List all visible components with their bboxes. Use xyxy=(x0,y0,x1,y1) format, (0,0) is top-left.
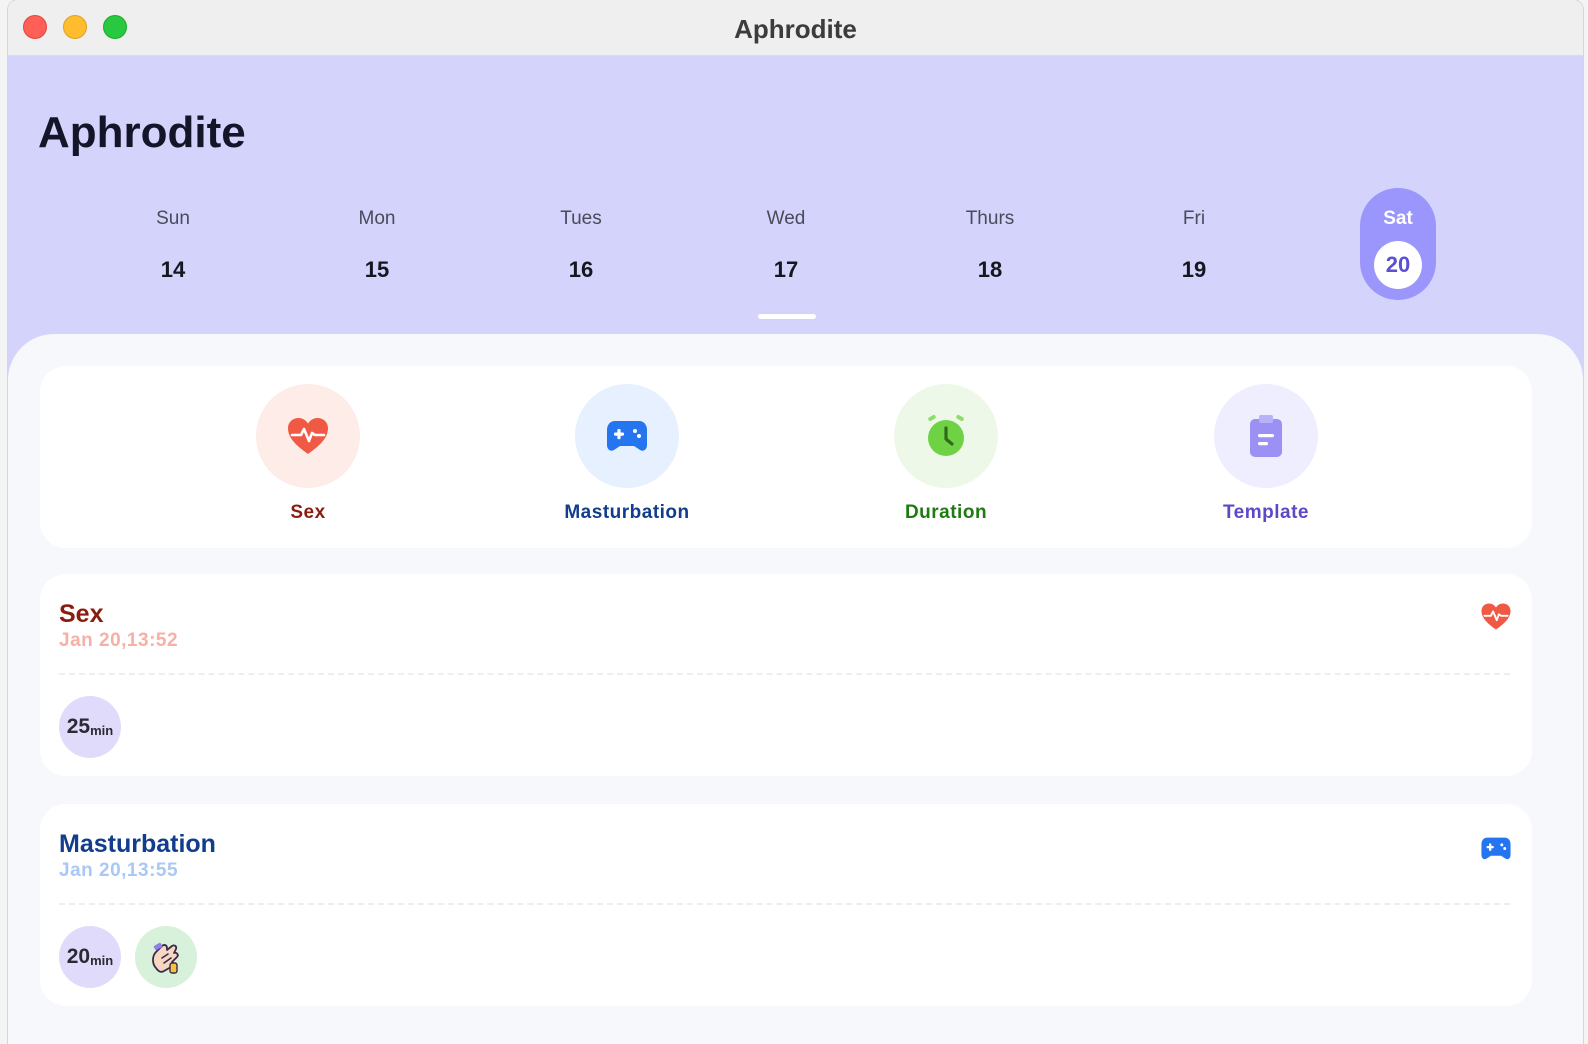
add-sex-button[interactable]: Sex xyxy=(228,384,388,524)
sex-action-circle xyxy=(256,384,360,488)
day-sat-selected[interactable]: Sat 20 xyxy=(1360,188,1436,300)
day-tues[interactable]: Tues 16 xyxy=(543,188,619,300)
entry-divider xyxy=(59,673,1510,675)
masturbation-action-label: Masturbation xyxy=(564,502,690,523)
day-name: Wed xyxy=(766,208,806,229)
day-name: Mon xyxy=(358,208,396,229)
duration-chip: 25 min xyxy=(59,696,121,758)
day-name: Tues xyxy=(560,208,602,229)
heart-pulse-icon xyxy=(1481,603,1511,630)
entry-card-sex[interactable]: Sex Jan 20,13:52 25 min xyxy=(40,574,1532,776)
title-bar: Aphrodite xyxy=(8,0,1583,56)
day-wed[interactable]: Wed 17 xyxy=(748,188,824,300)
entry-time: Jan 20,13:52 xyxy=(59,630,179,651)
heart-pulse-icon xyxy=(288,418,328,454)
sex-action-label: Sex xyxy=(290,502,326,523)
day-fri[interactable]: Fri 19 xyxy=(1156,188,1232,300)
add-duration-button[interactable]: Duration xyxy=(866,384,1026,524)
gamepad-icon xyxy=(607,421,647,451)
day-date: 14 xyxy=(160,257,186,282)
duration-unit: min xyxy=(90,952,114,968)
day-date: 19 xyxy=(1181,257,1207,282)
entry-divider xyxy=(59,903,1510,905)
duration-chip: 20 min xyxy=(59,926,121,988)
tag-chip xyxy=(135,926,197,988)
day-date: 17 xyxy=(773,257,799,282)
day-name: Thurs xyxy=(965,208,1015,229)
desktop: Aphrodite Aphrodite Sun 14 Mon 15 Tues 1… xyxy=(0,0,1588,1044)
template-action-label: Template xyxy=(1222,502,1309,523)
day-sun[interactable]: Sun 14 xyxy=(135,188,211,300)
entry-card-masturbation[interactable]: Masturbation Jan 20,13:55 20 min xyxy=(40,804,1532,1006)
day-date: 18 xyxy=(977,257,1003,282)
clipboard-icon xyxy=(1250,415,1282,457)
entry-time: Jan 20,13:55 xyxy=(59,860,179,881)
day-date: 15 xyxy=(364,257,390,282)
day-name: Sat xyxy=(1383,208,1413,229)
week-selector: Sun 14 Mon 15 Tues 16 Wed 17 Thurs 18 Fr… xyxy=(8,188,1583,304)
app-window: Aphrodite Aphrodite Sun 14 Mon 15 Tues 1… xyxy=(8,0,1583,1044)
day-date: 16 xyxy=(568,257,594,282)
duration-action-circle xyxy=(894,384,998,488)
week-pager-handle[interactable] xyxy=(758,314,816,319)
hand-lotion-icon xyxy=(152,942,179,974)
page-title: Aphrodite xyxy=(38,108,246,157)
entry-title: Masturbation xyxy=(59,830,216,858)
day-thurs[interactable]: Thurs 18 xyxy=(952,188,1028,300)
gamepad-icon xyxy=(1481,837,1511,860)
content-panel: Sex Masturbation Duration Template Sex J… xyxy=(8,334,1583,1044)
duration-action-label: Duration xyxy=(904,502,988,523)
day-date: 20 xyxy=(1374,241,1422,289)
day-mon[interactable]: Mon 15 xyxy=(339,188,415,300)
duration-value: 25 xyxy=(66,715,91,738)
duration-value: 20 xyxy=(66,945,91,968)
day-name: Sun xyxy=(156,208,190,229)
duration-unit: min xyxy=(90,722,114,738)
window-title: Aphrodite xyxy=(734,14,857,44)
add-masturbation-button[interactable]: Masturbation xyxy=(547,384,707,524)
masturbation-action-circle xyxy=(575,384,679,488)
quick-actions-card: Sex Masturbation Duration Template xyxy=(40,366,1532,548)
day-name: Fri xyxy=(1182,208,1206,229)
add-template-button[interactable]: Template xyxy=(1186,384,1346,524)
alarm-clock-icon xyxy=(928,415,964,456)
template-action-circle xyxy=(1214,384,1318,488)
entry-title: Sex xyxy=(59,600,104,628)
